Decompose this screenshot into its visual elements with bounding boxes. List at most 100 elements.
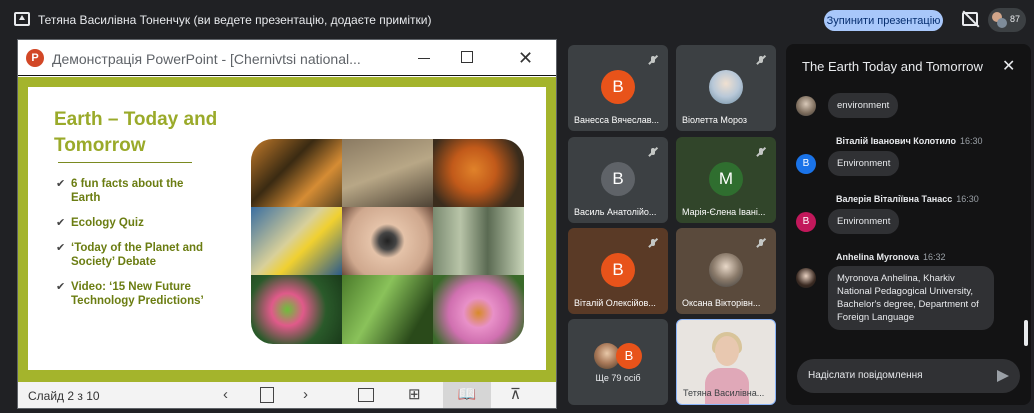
avatar: В	[601, 253, 635, 287]
powerpoint-window: P Демонстрація PowerPoint - [Chernivtsi …	[17, 39, 557, 409]
message-input[interactable]: Надіслати повідомлення	[797, 359, 1020, 393]
bullet-text: Video: ‘15 New Future Technology Predict…	[71, 281, 204, 307]
more-participants-label: Ще 79 осіб	[595, 373, 641, 383]
close-icon[interactable]: ✕	[1002, 56, 1015, 76]
participant-name: Василь Анатолійо...	[574, 207, 657, 217]
avatar	[796, 96, 816, 116]
slide-sorter-icon[interactable]: ⊞	[408, 387, 421, 403]
mic-off-icon	[646, 53, 660, 67]
message-sender: Віталій Іванович Колотило 16:30	[836, 136, 983, 146]
nature-photo-collage	[251, 139, 524, 344]
bullet-text: 6 fun facts about the Earth	[71, 178, 184, 204]
bullet-text: ‘Today of the Planet and Society’ Debate	[71, 242, 204, 268]
tiger-photo	[251, 139, 342, 207]
next-slide-icon[interactable]: ›	[303, 387, 308, 403]
participant-name: Тетяна Василівна...	[683, 388, 765, 398]
participants-count: 87	[1010, 14, 1021, 24]
hide-screen-icon[interactable]	[962, 12, 978, 26]
self-head	[715, 336, 739, 366]
check-icon: ✔	[56, 242, 66, 254]
chat-message: Myronova Anhelina, Kharkiv National Peda…	[828, 266, 994, 330]
beetle-photo	[342, 207, 433, 275]
bullet-list: ✔ 6 fun facts about the Earth ✔ Ecology Qu…	[56, 177, 216, 319]
more-participants-tile[interactable]: В Ще 79 осіб	[568, 319, 668, 405]
presenter-status: Тетяна Василівна Тоненчук (ви ведете пре…	[38, 13, 432, 27]
mic-off-icon	[646, 236, 660, 250]
bullet-item: ✔ Ecology Quiz	[56, 216, 216, 230]
forest-photo	[433, 207, 524, 275]
bullet-item: ✔ ‘Today of the Planet and Society’ Debat…	[56, 241, 216, 269]
participant-name: Віталій Олексійов...	[574, 298, 656, 308]
mic-off-icon	[754, 236, 768, 250]
normal-view-icon[interactable]	[358, 388, 374, 402]
check-icon: ✔	[56, 178, 66, 190]
participant-tile[interactable]: В Віталій Олексійов...	[568, 228, 668, 314]
avatar: В	[601, 70, 635, 104]
check-icon: ✔	[56, 217, 66, 229]
window-title: Демонстрація PowerPoint - [Chernivtsi na…	[52, 51, 361, 67]
slide-counter: Слайд 2 з 10	[28, 389, 100, 403]
flowers-photo	[433, 275, 524, 344]
participant-tile[interactable]: В Василь Анатолійо...	[568, 137, 668, 223]
participant-name: Ванесса Вячеслав...	[574, 115, 659, 125]
bullet-item: ✔ Video: ‘15 New Future Technology Predic…	[56, 280, 216, 308]
mic-off-icon	[754, 145, 768, 159]
participant-tile[interactable]: М Марія-Єлена Івані...	[676, 137, 776, 223]
mushrooms-photo	[433, 139, 524, 207]
avatar: В	[796, 154, 816, 174]
parrot-photo	[251, 275, 342, 344]
mic-off-icon	[754, 53, 768, 67]
message-input-placeholder: Надіслати повідомлення	[808, 370, 923, 381]
maximize-icon[interactable]	[461, 51, 473, 63]
message-sender: Anhelina Myronova 16:32	[836, 252, 946, 262]
close-icon[interactable]: ✕	[518, 48, 533, 69]
sender-name: Anhelina Myronova	[836, 252, 920, 262]
chat-panel: The Earth Today and Tomorrow ✕ environme…	[786, 44, 1031, 405]
participant-name: Марія-Єлена Івані...	[682, 207, 766, 217]
send-icon[interactable]	[997, 370, 1009, 382]
present-screen-icon	[14, 12, 30, 26]
presentation-status-bar: Слайд 2 з 10 ‹ › ⊞ 📖 ⊼	[18, 382, 556, 408]
participant-tile[interactable]: Віолетта Мороз	[676, 45, 776, 131]
message-time: 16:30	[959, 136, 983, 146]
fish-photo	[251, 207, 342, 275]
slide-menu-icon[interactable]	[260, 387, 274, 403]
avatar: М	[709, 162, 743, 196]
avatar	[709, 253, 743, 287]
participant-tile[interactable]: В Ванесса Вячеслав...	[568, 45, 668, 131]
avatar: В	[601, 162, 635, 196]
window-title-bar[interactable]: P Демонстрація PowerPoint - [Chernivtsi …	[18, 40, 556, 76]
slide-title: Earth – Today and Tomorrow	[54, 109, 218, 156]
chat-message: Environment	[828, 209, 900, 234]
avatar: В	[796, 212, 816, 232]
participants-button[interactable]: 87	[988, 8, 1026, 32]
participant-name: Оксана Вікторівн...	[682, 298, 761, 308]
participant-avatar	[997, 18, 1007, 28]
participant-tile[interactable]: Оксана Вікторівн...	[676, 228, 776, 314]
chat-message: environment	[828, 93, 899, 118]
chat-scrollbar[interactable]	[1024, 320, 1028, 346]
slideshow-icon[interactable]: ⊼	[510, 387, 521, 403]
bullet-text: Ecology Quiz	[71, 217, 144, 229]
bullet-item: ✔ 6 fun facts about the Earth	[56, 177, 216, 205]
reading-view-icon[interactable]: 📖	[443, 382, 491, 408]
participant-name: Віолетта Мороз	[682, 115, 748, 125]
slide[interactable]: Earth – Today and Tomorrow ✔ 6 fun facts …	[28, 87, 546, 370]
previous-slide-icon[interactable]: ‹	[223, 387, 228, 403]
avatar-stack: В	[594, 341, 644, 371]
minimize-icon[interactable]	[418, 58, 430, 59]
check-icon: ✔	[56, 281, 66, 293]
lizard-photo	[342, 139, 433, 207]
self-video-tile[interactable]: Тетяна Василівна...	[676, 319, 776, 405]
sender-name: Віталій Іванович Колотило	[836, 136, 956, 146]
stop-presenting-button[interactable]: Зупинити презентацію	[824, 10, 943, 31]
self-body	[705, 368, 749, 404]
message-time: 16:32	[923, 252, 946, 262]
top-bar: Тетяна Василівна Тоненчук (ви ведете пре…	[0, 0, 1034, 40]
chat-title: The Earth Today and Tomorrow	[802, 59, 983, 74]
sender-name: Валерія Віталіївна Танасс	[836, 194, 953, 204]
title-divider	[58, 162, 192, 163]
slide-area: Earth – Today and Tomorrow ✔ 6 fun facts …	[18, 77, 556, 382]
avatar: В	[616, 343, 642, 369]
grass-photo	[342, 275, 433, 344]
